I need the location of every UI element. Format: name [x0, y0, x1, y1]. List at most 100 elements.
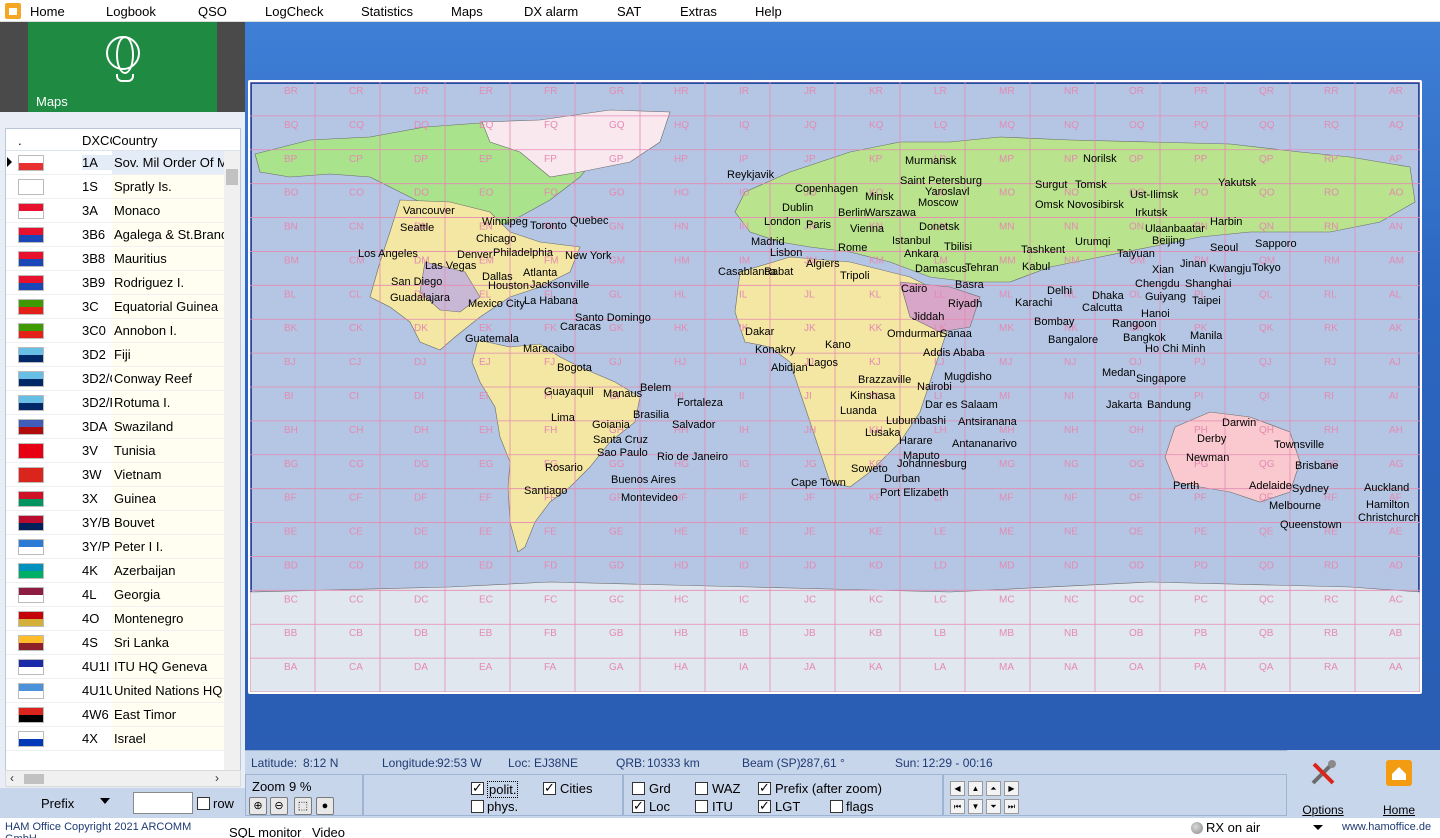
polit-label: polit.	[487, 781, 519, 798]
flag-icon	[18, 443, 44, 459]
city-label: Adelaide	[1249, 480, 1292, 492]
locator-label: NN	[1064, 222, 1078, 233]
table-row[interactable]: 3A Monaco	[6, 199, 226, 223]
pan-right-icon[interactable]: ▶	[1004, 781, 1019, 796]
horizontal-scrollbar[interactable]: ‹ ›	[5, 770, 241, 787]
menu-dx-alarm[interactable]: DX alarm	[524, 4, 578, 19]
city-label: Donetsk	[919, 221, 960, 233]
table-row[interactable]: 4L Georgia	[6, 583, 226, 607]
country-cell: Monaco	[112, 199, 226, 222]
table-row[interactable]: 4X Israel	[6, 727, 226, 751]
flags-checkbox[interactable]	[830, 800, 843, 813]
menu-logbook[interactable]: Logbook	[106, 4, 156, 19]
city-label: London	[764, 216, 801, 228]
website-link[interactable]: www.hamoffice.de	[1342, 821, 1431, 833]
pan-up-icon[interactable]: ▲	[968, 781, 983, 796]
table-row[interactable]: 3V Tunisia	[6, 439, 226, 463]
table-row[interactable]: 4O Montenegro	[6, 607, 226, 631]
city-label: Darwin	[1222, 417, 1256, 429]
table-row[interactable]: 3C0 Annobon I.	[6, 319, 226, 343]
locator-label: PA	[1194, 662, 1207, 673]
zoom-in-icon[interactable]: ⊕	[249, 797, 267, 815]
locator-label: PC	[1194, 594, 1208, 605]
table-row[interactable]: 3X Guinea	[6, 487, 226, 511]
table-row[interactable]: 3B9 Rodriguez I.	[6, 271, 226, 295]
hscroll-thumb[interactable]	[24, 774, 44, 784]
app-home-icon[interactable]	[5, 3, 21, 19]
locator-label: RR	[1324, 86, 1338, 97]
row-checkbox[interactable]	[197, 797, 210, 810]
table-row[interactable]: 3Y/B Bouvet	[6, 511, 226, 535]
table-row[interactable]: 3D2/CConway Reef	[6, 367, 226, 391]
menu-maps[interactable]: Maps	[451, 4, 483, 19]
table-row[interactable]: 3W Vietnam	[6, 463, 226, 487]
chevron-down-icon[interactable]	[100, 798, 110, 804]
cities-checkbox[interactable]	[543, 780, 556, 796]
tab-sql-monitor[interactable]: SQL monitor	[229, 825, 302, 838]
table-row[interactable]: 4S Sri Lanka	[6, 631, 226, 655]
city-label: Sydney	[1292, 483, 1329, 495]
table-row[interactable]: 4K Azerbaijan	[6, 559, 226, 583]
table-row[interactable]: 3DA Swaziland	[6, 415, 226, 439]
locator-label: JG	[804, 459, 817, 470]
world-map-svg[interactable]: BR BQ BP BO BN BM BL BK BJ BI BH BG BF BE BD BC BB BA CR CQ…	[250, 82, 1420, 692]
pan-first-icon[interactable]: ⏮	[950, 799, 965, 814]
menu-statistics[interactable]: Statistics	[361, 4, 413, 19]
city-label: Brisbane	[1295, 460, 1338, 472]
locator-label: JH	[804, 425, 816, 436]
home-button[interactable]: Home	[1369, 758, 1429, 817]
phys-checkbox[interactable]	[471, 800, 484, 813]
menu-home[interactable]: Home	[30, 4, 65, 19]
header-country[interactable]: Country	[112, 133, 158, 148]
menu-logcheck[interactable]: LogCheck	[265, 4, 324, 19]
locator-label: IE	[739, 527, 749, 538]
country-grid[interactable]: . DXCC Country 1ASov. Mil Order Of Malta…	[5, 128, 241, 774]
city-label: Townsville	[1274, 439, 1324, 451]
options-button[interactable]: Options	[1293, 758, 1353, 817]
pan-last-icon[interactable]: ⏭	[1004, 799, 1019, 814]
pan-left-icon[interactable]: ◀	[950, 781, 965, 796]
menu-help[interactable]: Help	[755, 4, 782, 19]
tab-video[interactable]: Video	[312, 825, 345, 838]
menu-qso[interactable]: QSO	[198, 4, 227, 19]
prefix-label[interactable]: Prefix	[41, 796, 74, 811]
loc-checkbox[interactable]	[632, 798, 645, 814]
locator-label: BH	[284, 425, 298, 436]
menu-sat[interactable]: SAT	[617, 4, 641, 19]
header-mark[interactable]: .	[18, 133, 22, 148]
lgt-checkbox[interactable]	[758, 798, 771, 814]
table-row[interactable]: 3Y/P Peter I I.	[6, 535, 226, 559]
pan-top-icon[interactable]: ⏶	[986, 781, 1001, 796]
pan-down-icon[interactable]: ▼	[968, 799, 983, 814]
table-row[interactable]: 3D2/RRotuma I.	[6, 391, 226, 415]
grd-checkbox[interactable]	[632, 782, 645, 795]
waz-checkbox[interactable]	[695, 782, 708, 795]
prefix-zoom-checkbox[interactable]	[758, 780, 771, 796]
city-label: Johannesburg	[897, 458, 967, 470]
table-row[interactable]: 4U1I ITU HQ Geneva	[6, 655, 226, 679]
zoom-out-icon[interactable]: ⊖	[270, 797, 288, 815]
scroll-thumb[interactable]	[226, 169, 238, 185]
table-row[interactable]: 3B6 Agalega & St.Brandon	[6, 223, 226, 247]
table-row[interactable]: 1S Spratly Is.	[6, 175, 226, 199]
table-row[interactable]: 3D2 Fiji	[6, 343, 226, 367]
pan-bottom-icon[interactable]: ⏷	[986, 799, 1001, 814]
prefix-input[interactable]	[133, 792, 193, 814]
scroll-right-icon[interactable]: ›	[215, 771, 219, 785]
menu-extras[interactable]: Extras	[680, 4, 717, 19]
table-row[interactable]: 3C Equatorial Guinea	[6, 295, 226, 319]
maps-tile[interactable]: Maps	[28, 22, 217, 112]
table-row[interactable]: 1ASov. Mil Order Of Malta	[6, 151, 226, 175]
table-row[interactable]: 3B8 Mauritius	[6, 247, 226, 271]
table-row[interactable]: 4U1U United Nations HQ	[6, 679, 226, 703]
polit-checkbox[interactable]	[471, 780, 484, 796]
header-dxcc[interactable]: DXCC	[82, 133, 112, 148]
table-row[interactable]: 4W6 East Timor	[6, 703, 226, 727]
globe-view-icon[interactable]: ●	[316, 797, 334, 815]
zoom-rect-icon[interactable]: ⬚	[294, 797, 312, 815]
world-map[interactable]: BR BQ BP BO BN BM BL BK BJ BI BH BG BF BE BD BC BB BA CR CQ…	[248, 80, 1422, 694]
chevron-down-icon[interactable]	[1313, 825, 1323, 830]
itu-checkbox[interactable]	[695, 800, 708, 813]
scroll-left-icon[interactable]: ‹	[10, 771, 14, 785]
vertical-scrollbar[interactable]	[224, 151, 240, 773]
